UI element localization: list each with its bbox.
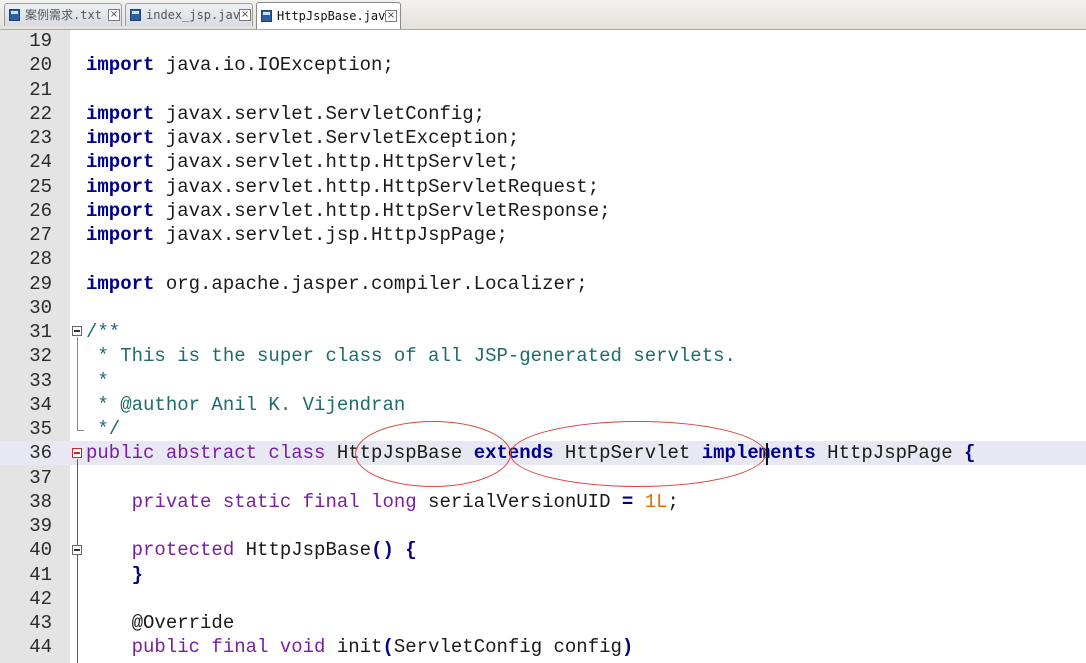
- file-icon: [130, 9, 141, 21]
- line-number: 24: [29, 151, 52, 174]
- annotation-ellipse-extends: [510, 421, 766, 487]
- code-line[interactable]: 28: [0, 247, 1086, 271]
- tab-label: index_jsp.java: [146, 8, 248, 22]
- code-line[interactable]: 20 import java.io.IOException;: [0, 53, 1086, 77]
- code-text: protected HttpJspBase() {: [131, 539, 417, 562]
- line-number: 42: [29, 587, 52, 610]
- code-line[interactable]: 30: [0, 296, 1086, 320]
- fold-guide-end: [77, 430, 84, 431]
- file-icon: [9, 9, 20, 21]
- line-number: 29: [29, 272, 52, 295]
- code-text: /**: [86, 321, 121, 343]
- code-line[interactable]: 27 import javax.servlet.jsp.HttpJspPage;: [0, 223, 1086, 247]
- code-line[interactable]: 32 * This is the super class of all JSP-…: [0, 344, 1086, 368]
- code-line[interactable]: 26 import javax.servlet.http.HttpServletR…: [0, 199, 1086, 223]
- text-cursor: [766, 443, 768, 465]
- code-line[interactable]: 39: [0, 514, 1086, 538]
- line-number: 44: [29, 636, 52, 659]
- line-number: 23: [29, 127, 52, 149]
- line-number: 35: [29, 418, 52, 440]
- code-text: * @author Anil K. Vijendran: [86, 393, 406, 416]
- line-number: 21: [29, 78, 52, 101]
- fold-guide: [77, 337, 78, 430]
- close-icon[interactable]: ×: [108, 9, 120, 21]
- line-number: 22: [29, 102, 52, 125]
- file-icon: [261, 10, 272, 22]
- code-line[interactable]: 41 }: [0, 563, 1086, 587]
- fold-toggle-icon[interactable]: [72, 545, 82, 555]
- code-line[interactable]: 40 protected HttpJspBase() {: [0, 538, 1086, 562]
- code-text: public final void init(ServletConfig con…: [131, 636, 634, 659]
- code-text: import javax.servlet.http.HttpServletReq…: [86, 175, 600, 198]
- code-text: import javax.servlet.jsp.HttpJspPage;: [86, 224, 508, 246]
- code-line[interactable]: 34 * @author Anil K. Vijendran: [0, 393, 1086, 417]
- code-text: import javax.servlet.http.HttpServlet;: [86, 151, 520, 174]
- code-line[interactable]: 25 import javax.servlet.http.HttpServletR…: [0, 175, 1086, 199]
- code-text: }: [131, 563, 144, 586]
- code-text: import javax.servlet.http.HttpServletRes…: [86, 199, 611, 222]
- line-number: 19: [29, 30, 52, 52]
- fold-guide: [77, 556, 78, 577]
- code-line[interactable]: 24 import javax.servlet.http.HttpServlet;: [0, 150, 1086, 174]
- code-text: * This is the super class of all JSP-gen…: [86, 345, 736, 368]
- code-line[interactable]: 31 /**: [0, 320, 1086, 344]
- code-text: import org.apache.jasper.compiler.Locali…: [86, 272, 588, 295]
- line-number: 27: [29, 224, 52, 246]
- line-number: 33: [29, 369, 52, 392]
- code-editor[interactable]: 19 20 import java.io.IOException; 21 22 impor…: [0, 30, 1086, 663]
- code-text: */: [86, 418, 121, 440]
- code-text: @Override: [86, 612, 235, 634]
- line-number: 39: [29, 515, 52, 537]
- tab-bar: 案例需求.txt × index_jsp.java × HttpJspBase.…: [0, 0, 1086, 30]
- line-number: 32: [29, 345, 52, 368]
- fold-toggle-icon[interactable]: [72, 448, 82, 458]
- line-number: 36: [29, 442, 52, 465]
- tab-label: HttpJspBase.java: [277, 9, 393, 23]
- line-number: 25: [29, 175, 52, 198]
- tab-requirements-txt[interactable]: 案例需求.txt ×: [4, 3, 122, 26]
- line-number: 31: [29, 321, 52, 343]
- line-number: 38: [29, 490, 52, 513]
- code-line[interactable]: 42: [0, 587, 1086, 611]
- code-line[interactable]: 22 import javax.servlet.ServletConfig;: [0, 102, 1086, 126]
- tab-index-jsp-java[interactable]: index_jsp.java ×: [125, 3, 253, 26]
- code-line[interactable]: 19: [0, 29, 1086, 53]
- tab-httpjspbase-java[interactable]: HttpJspBase.java ×: [256, 2, 401, 29]
- line-number: 20: [29, 54, 52, 77]
- code-text: *: [86, 369, 109, 392]
- code-line[interactable]: 43 @Override: [0, 611, 1086, 635]
- close-icon[interactable]: ×: [385, 10, 397, 22]
- tab-label: 案例需求.txt: [25, 8, 102, 22]
- code-text: private static final long serialVersionU…: [131, 490, 679, 513]
- code-text: import javax.servlet.ServletException;: [86, 127, 520, 149]
- line-number: 30: [29, 296, 52, 319]
- code-line[interactable]: 38 private static final long serialVersi…: [0, 490, 1086, 514]
- annotation-ellipse-class-name: [355, 421, 511, 487]
- code-line[interactable]: 23 import javax.servlet.ServletException;: [0, 126, 1086, 150]
- fold-toggle-icon[interactable]: [72, 326, 82, 336]
- line-number: 40: [29, 539, 52, 562]
- code-line[interactable]: 21: [0, 78, 1086, 102]
- line-number: 26: [29, 199, 52, 222]
- line-number: 43: [29, 612, 52, 634]
- close-icon[interactable]: ×: [239, 9, 251, 21]
- code-text: import java.io.IOException;: [86, 54, 394, 77]
- code-line[interactable]: 29 import org.apache.jasper.compiler.Loca…: [0, 272, 1086, 296]
- line-number: 28: [29, 248, 52, 271]
- code-line[interactable]: 44 public final void init(ServletConfig …: [0, 635, 1086, 659]
- line-number: 41: [29, 563, 52, 586]
- line-number: 34: [29, 393, 52, 416]
- line-number: 37: [29, 466, 52, 489]
- code-line[interactable]: 33 *: [0, 369, 1086, 393]
- code-text: import javax.servlet.ServletConfig;: [86, 102, 486, 125]
